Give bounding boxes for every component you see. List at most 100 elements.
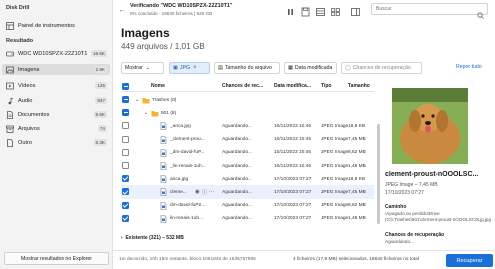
grid-view-icon	[331, 8, 340, 16]
recovery-chance-filter[interactable]: ◯ Chances de recuperação	[341, 62, 422, 74]
sidebar-item-count: 5.6K	[93, 111, 107, 118]
sidebar-item-videos[interactable]: Vídeos 125	[2, 80, 110, 91]
row-checkbox[interactable]	[122, 175, 129, 183]
sidebar-item-count: 937	[95, 97, 107, 104]
row-checkbox[interactable]	[122, 122, 129, 130]
close-icon[interactable]: ×	[193, 65, 197, 71]
sidebar-item-disk[interactable]: WDC WD10SPZX-22Z10T1 16.6K	[2, 48, 110, 59]
sidebar-item-label: Vídeos	[18, 82, 36, 89]
more-icon[interactable]: ⋯	[209, 185, 215, 199]
preview-pane: clement-proust-nOOOLSC... JPEG Image – 7…	[382, 80, 495, 250]
sidebar-item-count: 74	[97, 125, 107, 132]
row-checkbox[interactable]	[122, 162, 129, 169]
table-row[interactable]: _clement-prou... Aguardando... 10/11/2023 …	[121, 133, 374, 147]
table-row[interactable]: anca.jpg Aguardando... 17/10/2023 07:27 JPE…	[121, 172, 374, 186]
selection-summary: 4 ficheiros (17,9 MB) selecionados, 1664…	[293, 257, 419, 262]
pause-button[interactable]	[285, 4, 296, 15]
preview-filename: clement-proust-nOOOLSC...	[385, 171, 479, 178]
column-header-name[interactable]: Nome	[151, 83, 165, 89]
image-icon	[6, 66, 14, 74]
sidebar-item-audio[interactable]: Áudio 937	[2, 95, 110, 106]
table-row[interactable]: _dm-david-fuP... Aguardando... 10/11/2023 …	[121, 146, 374, 160]
file-size: 18,8 KB	[348, 123, 366, 129]
file-type: JPEG Image	[321, 150, 349, 156]
recovery-chance: Aguardando...	[222, 189, 253, 195]
row-checkbox[interactable]	[122, 148, 129, 156]
sidebar-item-label: Áudio	[18, 97, 33, 104]
view-grid-button[interactable]	[330, 4, 341, 16]
table-row[interactable]: dm-david-fuP2... Aguardando... 17/10/2023 …	[121, 199, 374, 213]
video-icon	[6, 82, 14, 90]
file-size: 8,62 MB	[348, 150, 366, 156]
other-icon	[6, 138, 14, 147]
show-in-explorer-button[interactable]: Mostrar resultados no Explorer	[4, 252, 109, 265]
sidebar-item-count: 6.3K	[93, 139, 107, 146]
file-table: Nome Chances de rec... Data modifica... …	[121, 80, 374, 248]
recover-button[interactable]: Recuperar	[446, 254, 493, 267]
column-header-date[interactable]: Data modifica...	[274, 83, 311, 89]
archive-icon	[6, 125, 14, 133]
reset-all-link[interactable]: Repor tudo	[456, 64, 482, 70]
chevron-down-icon[interactable]: ⌄	[135, 93, 139, 107]
date-modified-filter[interactable]: ▦ Data modificada	[284, 62, 337, 74]
file-name: _lin-renais-1uh...	[170, 163, 206, 169]
view-list-button[interactable]	[315, 4, 326, 16]
row-checkbox[interactable]	[122, 109, 129, 117]
file-size: 7,45 MB	[348, 137, 366, 143]
jpg-filter-chip[interactable]: ▣ JPG ×	[169, 62, 210, 74]
sidebar-item-dashboard[interactable]: Painel de instrumentos	[2, 20, 110, 31]
row-checkbox[interactable]	[122, 188, 129, 196]
search-input[interactable]	[372, 6, 472, 12]
row-checkbox[interactable]	[122, 214, 129, 222]
search-box[interactable]	[371, 3, 488, 19]
file-name: lin-renais-1uh...	[170, 216, 204, 222]
recovery-chance: Aguardando...	[222, 176, 253, 182]
table-row[interactable]: lin-renais-1uh... Aguardando... 17/10/2023…	[121, 212, 374, 226]
column-header-size[interactable]: Tamanho	[348, 83, 370, 89]
sidebar-item-label: Documentos	[18, 111, 50, 118]
show-dropdown[interactable]: Mostrar ⌄	[121, 62, 164, 74]
back-button[interactable]: ←	[117, 5, 127, 15]
row-checkbox[interactable]	[122, 135, 129, 143]
column-header-type[interactable]: Tipo	[321, 83, 331, 89]
file-size-icon: ▤	[218, 65, 223, 71]
date-modified: 17/10/2023 07:27	[274, 189, 312, 195]
table-scrollbar[interactable]	[377, 124, 380, 224]
toggle-preview-button[interactable]	[350, 4, 361, 16]
table-row[interactable]: _lin-renais-1uh... Aguardando... 10/11/202…	[121, 159, 374, 173]
preview-path: \Apagado ou perdido\Drive (G)\.Trashes\5…	[385, 211, 492, 222]
table-header-row: Nome Chances de rec... Data modifica... …	[121, 80, 374, 92]
date-modified: 10/11/2023 10:45	[274, 137, 311, 143]
file-size: 8,62 MB	[348, 203, 366, 209]
eye-icon[interactable]: ◉	[195, 185, 200, 199]
select-all-checkbox[interactable]	[122, 82, 129, 90]
file-name: _dm-david-fuP...	[170, 150, 205, 156]
chevron-right-icon: ›	[121, 235, 125, 241]
column-header-chance[interactable]: Chances de rec...	[222, 83, 263, 89]
recovery-chance: Aguardando...	[222, 163, 253, 169]
sidebar-item-images[interactable]: Imagens 2.9K	[2, 64, 110, 75]
file-size-filter[interactable]: ▤ Tamanho do arquivo	[214, 62, 280, 74]
table-row[interactable]: _anca.jpg Aguardando... 10/11/2023 10:45 JP…	[121, 119, 374, 133]
chevron-down-icon[interactable]: ⌄	[144, 106, 148, 120]
folder-row[interactable]: ⌄ Trashes (8)	[121, 93, 374, 107]
row-checkbox[interactable]	[122, 201, 129, 209]
document-icon	[6, 110, 14, 119]
existing-group-row[interactable]: › Existente (321) – 532 MB	[121, 235, 184, 241]
file-size: 1,48 MB	[348, 216, 366, 222]
save-icon	[301, 7, 310, 17]
date-modified: 10/11/2023 10:45	[274, 163, 311, 169]
image-file-icon	[160, 146, 167, 160]
info-icon[interactable]: ⓘ	[202, 185, 208, 199]
sidebar-item-archives[interactable]: Arquivos 74	[2, 123, 110, 134]
sidebar-item-other[interactable]: Outro 6.3K	[2, 137, 110, 148]
list-view-icon	[316, 8, 325, 16]
table-row[interactable]: cleme... ◉ ⓘ ⋯ Aguardando... 17/10/2023 07:27…	[121, 185, 374, 200]
row-checkbox[interactable]	[122, 96, 129, 103]
sidebar-section-label: Resultado	[6, 38, 34, 44]
save-session-button[interactable]	[300, 4, 311, 17]
sidebar-item-documents[interactable]: Documentos 5.6K	[2, 109, 110, 120]
image-file-icon	[160, 159, 167, 173]
file-size: 7,45 MB	[348, 189, 366, 195]
folder-row[interactable]: ⌄ 501 (8)	[121, 106, 374, 120]
